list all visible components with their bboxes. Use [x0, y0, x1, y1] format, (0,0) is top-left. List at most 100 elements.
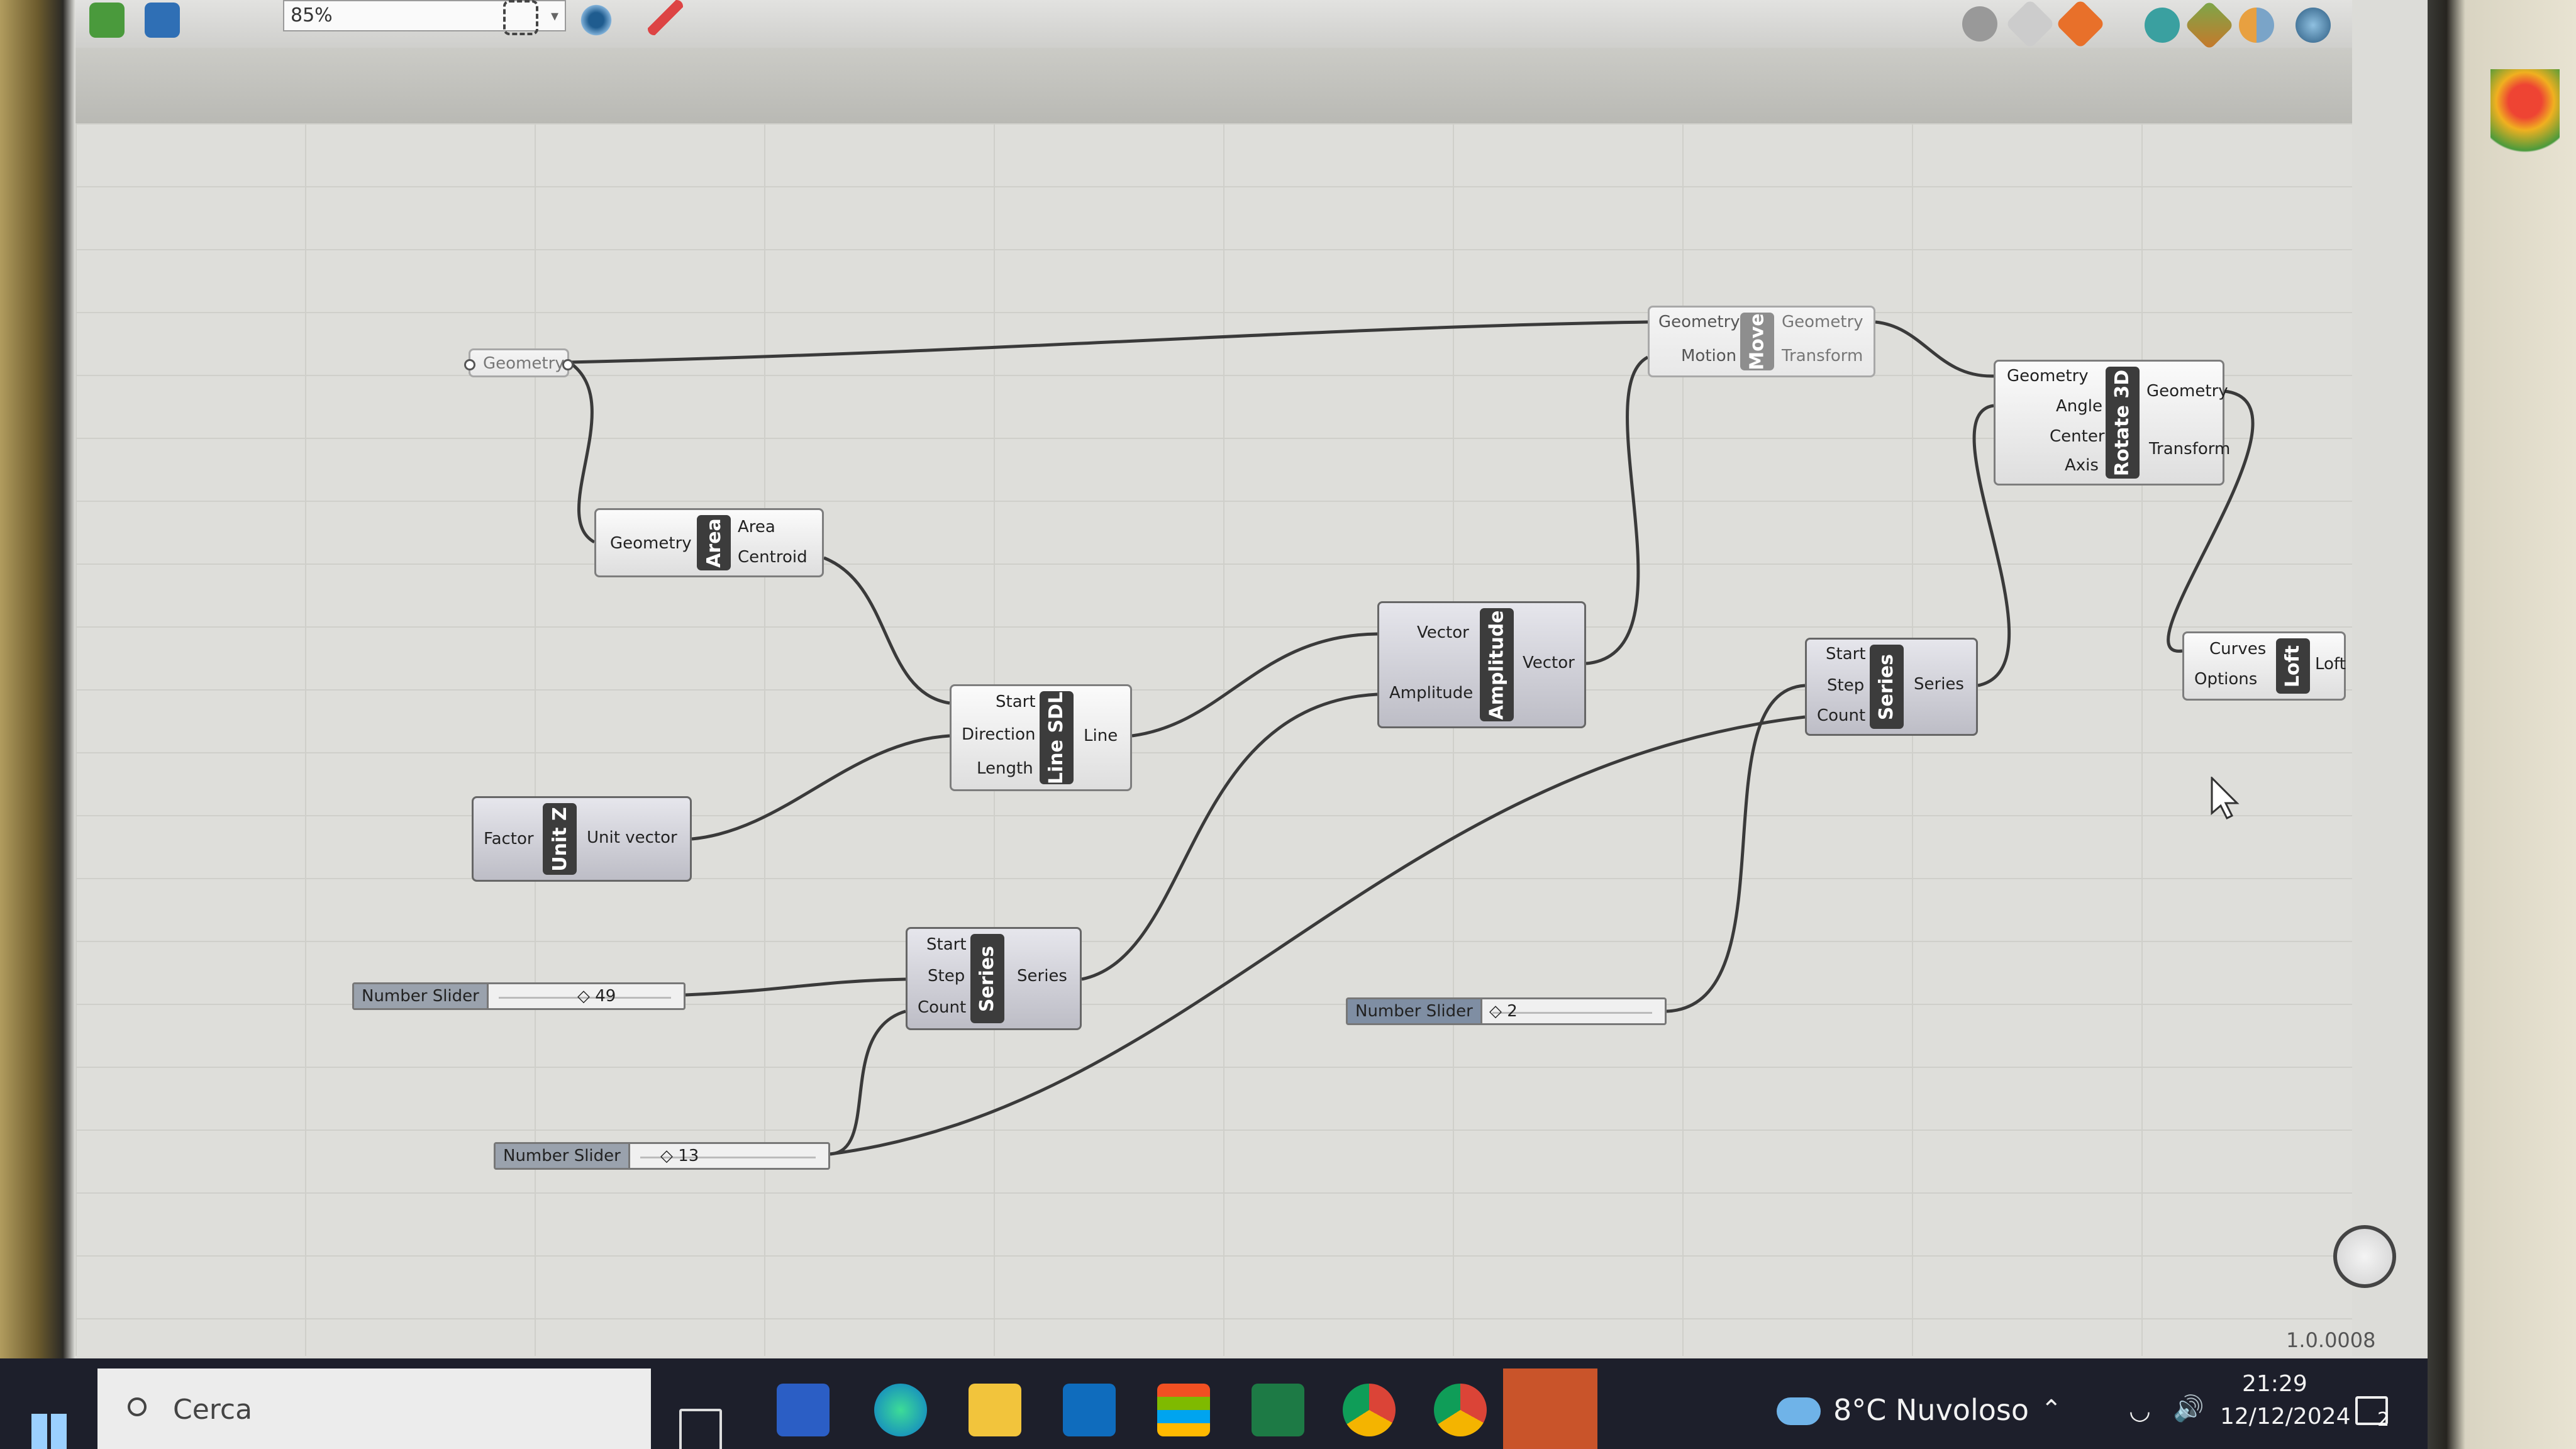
chevron-up-icon[interactable]: ⌃	[2041, 1395, 2062, 1424]
input-vector[interactable]: Vector	[1417, 623, 1469, 642]
wire	[1875, 320, 1994, 378]
word-icon[interactable]	[777, 1384, 830, 1436]
file-explorer-icon[interactable]	[969, 1384, 1021, 1436]
number-slider-2[interactable]: Number Slider ◇ 13	[494, 1142, 830, 1170]
wire	[691, 734, 950, 841]
input-step[interactable]: Step	[928, 967, 965, 985]
area-component[interactable]: Geometry Area Area Centroid	[594, 508, 824, 577]
chrome-icon[interactable]	[1343, 1384, 1396, 1436]
sticker-decoration	[2490, 69, 2560, 176]
output-vector[interactable]: Vector	[1523, 653, 1575, 672]
monitor-bezel-right	[2428, 0, 2576, 1449]
wire	[1585, 355, 1649, 665]
wire	[568, 360, 596, 544]
wire-layer	[568, 320, 2255, 1156]
amplitude-core: Amplitude	[1480, 608, 1514, 721]
loft-core: Loft	[2276, 638, 2310, 694]
slider-value[interactable]: ◇ 13	[660, 1144, 699, 1168]
number-slider-1[interactable]: Number Slider ◇ 49	[352, 982, 686, 1010]
wire	[1666, 684, 1806, 1013]
slider-value[interactable]: ◇ 2	[1489, 999, 1518, 1023]
taskbar-search-box[interactable]: Cerca	[97, 1368, 651, 1449]
task-view-icon[interactable]	[679, 1409, 722, 1449]
slider-value[interactable]: ◇ 49	[577, 984, 616, 1008]
output-grip[interactable]	[562, 359, 574, 370]
input-angle[interactable]: Angle	[2056, 397, 2102, 416]
cloud-icon	[1777, 1397, 1821, 1425]
input-options[interactable]: Options	[2194, 670, 2257, 689]
move-core: Move	[1740, 313, 1774, 370]
input-geometry[interactable]: Geometry	[1658, 313, 1740, 331]
rhino-icon[interactable]	[1503, 1368, 1597, 1449]
input-factor[interactable]: Factor	[484, 830, 534, 848]
output-transform[interactable]: Transform	[2149, 440, 2230, 458]
input-axis[interactable]: Axis	[2065, 456, 2099, 475]
input-start[interactable]: Start	[996, 692, 1036, 711]
input-curves[interactable]: Curves	[2209, 640, 2266, 658]
input-length[interactable]: Length	[977, 759, 1033, 778]
series-core-1: Series	[970, 934, 1004, 1023]
unit-z-component[interactable]: Factor Unit Z Unit vector	[472, 796, 692, 882]
number-slider-3[interactable]: Number Slider ◇ 2	[1346, 997, 1667, 1025]
geometry-param-label: Geometry	[483, 354, 565, 373]
outlook-icon[interactable]	[1063, 1384, 1116, 1436]
unit-z-core: Unit Z	[543, 803, 577, 875]
navigation-wheel-icon[interactable]	[2333, 1225, 2396, 1288]
windows-start-icon[interactable]	[31, 1414, 67, 1449]
mouse-cursor-icon	[2211, 777, 2240, 820]
volume-icon[interactable]: 🔊	[2173, 1394, 2204, 1423]
wire	[569, 320, 1648, 364]
geometry-param[interactable]: Geometry	[464, 348, 574, 377]
line-sdl-core: Line SDL	[1040, 691, 1074, 784]
input-geometry[interactable]: Geometry	[2007, 367, 2089, 386]
search-icon	[128, 1397, 147, 1416]
series-component-1[interactable]: Start Step Count Series Series	[906, 927, 1082, 1030]
weather-text[interactable]: 8°C Nuvoloso	[1833, 1393, 2029, 1427]
series-component-2[interactable]: Start Step Count Series Series	[1805, 638, 1978, 736]
output-loft[interactable]: Loft	[2315, 655, 2346, 674]
output-geometry[interactable]: Geometry	[2146, 382, 2228, 401]
edge-icon[interactable]	[874, 1384, 927, 1436]
input-step[interactable]: Step	[1827, 676, 1864, 695]
wire	[1131, 632, 1378, 738]
excel-icon[interactable]	[1252, 1384, 1304, 1436]
line-sdl-component[interactable]: Start Direction Length Line SDL Line	[950, 684, 1132, 791]
version-label: 1.0.0008	[2286, 1328, 2376, 1352]
rotate3d-component[interactable]: Geometry Angle Center Axis Rotate 3D Geo…	[1994, 360, 2230, 486]
slider-label: Number Slider	[354, 984, 489, 1008]
input-grip[interactable]	[464, 359, 475, 370]
input-geometry[interactable]: Geometry	[610, 534, 692, 553]
input-amplitude[interactable]: Amplitude	[1389, 684, 1473, 702]
input-center[interactable]: Center	[2050, 427, 2105, 446]
input-start[interactable]: Start	[926, 935, 967, 954]
slider-label: Number Slider	[496, 1144, 630, 1168]
search-placeholder: Cerca	[173, 1394, 253, 1426]
loft-component[interactable]: Curves Options Loft Loft	[2182, 631, 2346, 701]
notification-count: 2	[2377, 1409, 2390, 1431]
wire	[685, 977, 906, 997]
output-series[interactable]: Series	[1914, 675, 1964, 694]
input-direction[interactable]: Direction	[962, 725, 1035, 744]
output-area[interactable]: Area	[738, 518, 775, 536]
input-start[interactable]: Start	[1826, 645, 1866, 663]
output-series[interactable]: Series	[1017, 967, 1067, 985]
output-centroid[interactable]: Centroid	[738, 548, 808, 567]
clock-date[interactable]: 12/12/2024	[2220, 1404, 2351, 1430]
output-unit-vector[interactable]: Unit vector	[587, 828, 677, 847]
amplitude-component[interactable]: Vector Amplitude Amplitude Vector	[1377, 601, 1586, 728]
output-geometry[interactable]: Geometry	[1782, 313, 1863, 331]
network-icon[interactable]: ◡	[2129, 1396, 2151, 1425]
slider-label: Number Slider	[1348, 999, 1482, 1023]
move-component[interactable]: Geometry Motion Move Geometry Transform	[1648, 306, 1875, 377]
store-icon[interactable]	[1157, 1384, 1210, 1436]
area-core: Area	[697, 515, 731, 570]
input-motion[interactable]: Motion	[1681, 347, 1736, 365]
output-line[interactable]: Line	[1084, 726, 1118, 745]
output-transform[interactable]: Transform	[1782, 347, 1863, 365]
series-core-2: Series	[1870, 645, 1904, 729]
input-count[interactable]: Count	[1817, 706, 1865, 725]
wire	[823, 556, 950, 705]
clock-time[interactable]: 21:29	[2242, 1371, 2307, 1397]
input-count[interactable]: Count	[918, 998, 966, 1017]
chrome-profile-icon[interactable]	[1434, 1384, 1487, 1436]
